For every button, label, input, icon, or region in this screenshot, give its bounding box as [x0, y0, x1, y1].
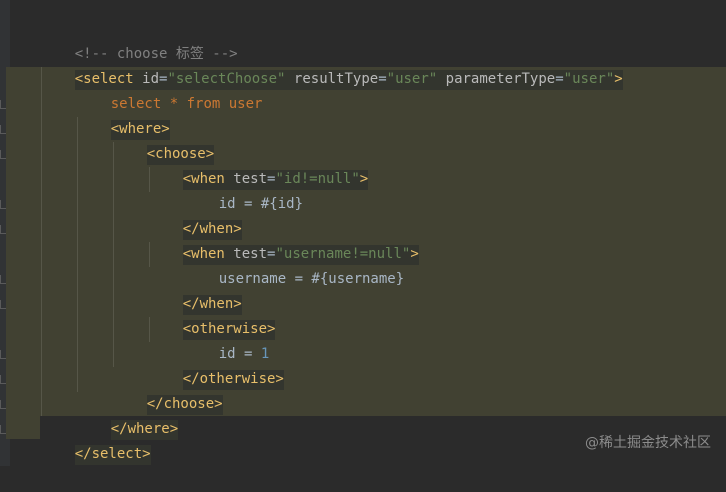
code-line-when2-open[interactable]: <when test="username!=null"> [149, 217, 419, 265]
code-line-choose-open[interactable]: <choose> [113, 117, 215, 165]
code-editor[interactable]: <!-- choose 标签 --> <select id="selectCho… [0, 0, 726, 466]
code-line-where-open[interactable]: <where> [77, 92, 170, 140]
code-line-when1-body[interactable]: id = #{id} [185, 167, 303, 212]
code-line-when1-open[interactable]: <when test="id!=null"> [149, 142, 369, 190]
sql-keyword: from [186, 96, 221, 112]
code-line-comment[interactable]: <!-- choose 标签 --> [41, 17, 238, 62]
code-line-sql[interactable]: select * from user [77, 67, 263, 112]
code-line-where-close[interactable]: </where> [77, 392, 179, 440]
code-line-select-close[interactable]: </select> [41, 417, 151, 465]
code-line-otherwise-open[interactable]: <otherwise> [149, 292, 276, 340]
select-block-highlight-tail [6, 416, 40, 439]
code-line-when2-body[interactable]: username = #{username} [185, 242, 404, 287]
code-line-when2-close[interactable]: </when> [149, 267, 242, 315]
indent-guide [41, 67, 42, 416]
code-line-choose-close[interactable]: </choose> [113, 367, 223, 415]
code-line-when1-close[interactable]: </when> [149, 192, 242, 240]
select-close-tag: </select> [74, 445, 151, 465]
code-line-otherwise-body[interactable]: id = 1 [185, 317, 270, 362]
code-line-otherwise-close[interactable]: </otherwise> [149, 342, 284, 390]
when-body-text: username = #{username} [218, 271, 405, 287]
watermark-text: @稀土掘金技术社区 [585, 435, 711, 451]
code-line-select-open[interactable]: <select id="selectChoose" resultType="us… [41, 42, 623, 90]
